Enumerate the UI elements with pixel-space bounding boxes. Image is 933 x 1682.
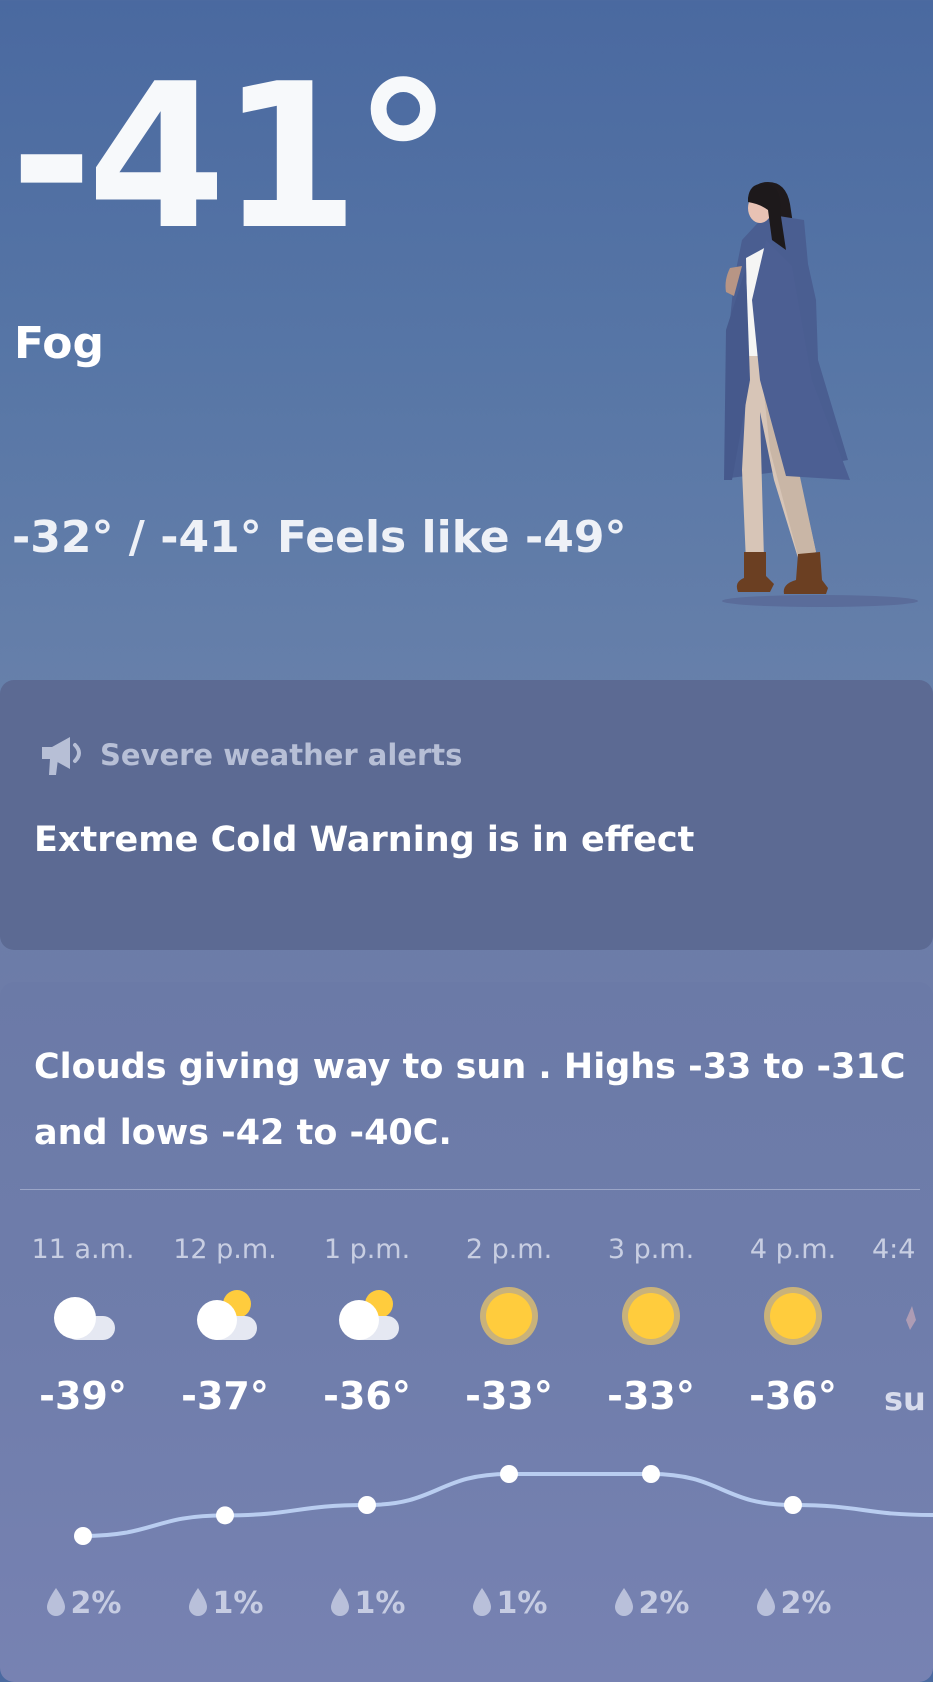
hour-column[interactable]: 4 p.m. -36° 2% [723, 982, 863, 1658]
hour-column[interactable]: 12 p.m. -37° 1% [155, 982, 295, 1658]
alert-title: Severe weather alerts [100, 738, 463, 772]
raindrop-icon [614, 1588, 633, 1616]
precipitation-value: 1% [496, 1586, 548, 1621]
hour-temperature: -36° [323, 1374, 411, 1418]
hour-column[interactable]: 11 a.m. -39° 2% [13, 982, 153, 1658]
precipitation-value: 2% [638, 1586, 690, 1621]
hour-label: 4:4 [872, 1234, 916, 1265]
hour-column[interactable]: 2 p.m. -33° 1% [439, 982, 579, 1658]
hourly-forecast-strip[interactable]: 11 a.m. -39° 2% 12 p.m. -37° 1% 1 p.m. -36° 1% 2 … [0, 982, 933, 1658]
person-in-coat-illustration [722, 182, 918, 607]
partly-sunny-icon [191, 1286, 259, 1346]
hour-column[interactable]: 3 p.m. -33° 2% [581, 982, 721, 1658]
raindrop-icon [756, 1588, 775, 1616]
hour-label: 2 p.m. [465, 1234, 553, 1265]
precipitation-value: 1% [354, 1586, 406, 1621]
hour-temperature: -33° [607, 1374, 695, 1418]
partly-sunny-icon [333, 1286, 401, 1346]
cloudy-icon [49, 1286, 117, 1346]
sunny-icon [617, 1286, 685, 1346]
raindrop-icon [46, 1588, 65, 1616]
sunrise-label: su [884, 1380, 926, 1418]
hourly-forecast-card: Clouds giving way to sun . Highs -33 to … [0, 982, 933, 1682]
high-low-feels-like: -32° / -41° Feels like -49° [12, 512, 627, 563]
alert-message: Extreme Cold Warning is in effect [34, 820, 695, 860]
hour-label: 12 p.m. [173, 1234, 277, 1265]
precipitation-value: 1% [212, 1586, 264, 1621]
hour-label: 1 p.m. [323, 1234, 411, 1265]
hour-label: 11 a.m. [31, 1234, 135, 1265]
alert-header: Severe weather alerts [40, 732, 462, 778]
precipitation-chance: 2% [581, 1586, 721, 1621]
sunny-icon [759, 1286, 827, 1346]
hour-column[interactable]: 1 p.m. -36° 1% [297, 982, 437, 1658]
current-temperature: -41° [10, 41, 453, 274]
hour-temperature: -39° [39, 1374, 127, 1418]
sunny-icon [475, 1286, 543, 1346]
severe-weather-alert-card[interactable]: Severe weather alerts Extreme Cold Warni… [0, 680, 933, 950]
precipitation-chance: 2% [723, 1586, 863, 1621]
hour-temperature: -37° [181, 1374, 269, 1418]
megaphone-icon [42, 737, 81, 775]
raindrop-icon [472, 1588, 491, 1616]
precipitation-chance: 1% [297, 1586, 437, 1621]
precipitation-value: 2% [70, 1586, 122, 1621]
precipitation-chance: 1% [439, 1586, 579, 1621]
current-condition: Fog [14, 318, 104, 369]
hour-temperature: -33° [465, 1374, 553, 1418]
hour-label: 4 p.m. [749, 1234, 837, 1265]
precipitation-chance: 2% [13, 1586, 153, 1621]
hour-label: 3 p.m. [607, 1234, 695, 1265]
weather-icon [906, 1306, 916, 1330]
precipitation-chance: 1% [155, 1586, 295, 1621]
hour-column-partial[interactable]: 4:4 su [872, 982, 933, 1658]
precipitation-value: 2% [780, 1586, 832, 1621]
hour-temperature: -36° [749, 1374, 837, 1418]
raindrop-icon [330, 1588, 349, 1616]
current-conditions: -41° Fog -32° / -41° Feels like -49° [0, 0, 933, 680]
raindrop-icon [188, 1588, 207, 1616]
